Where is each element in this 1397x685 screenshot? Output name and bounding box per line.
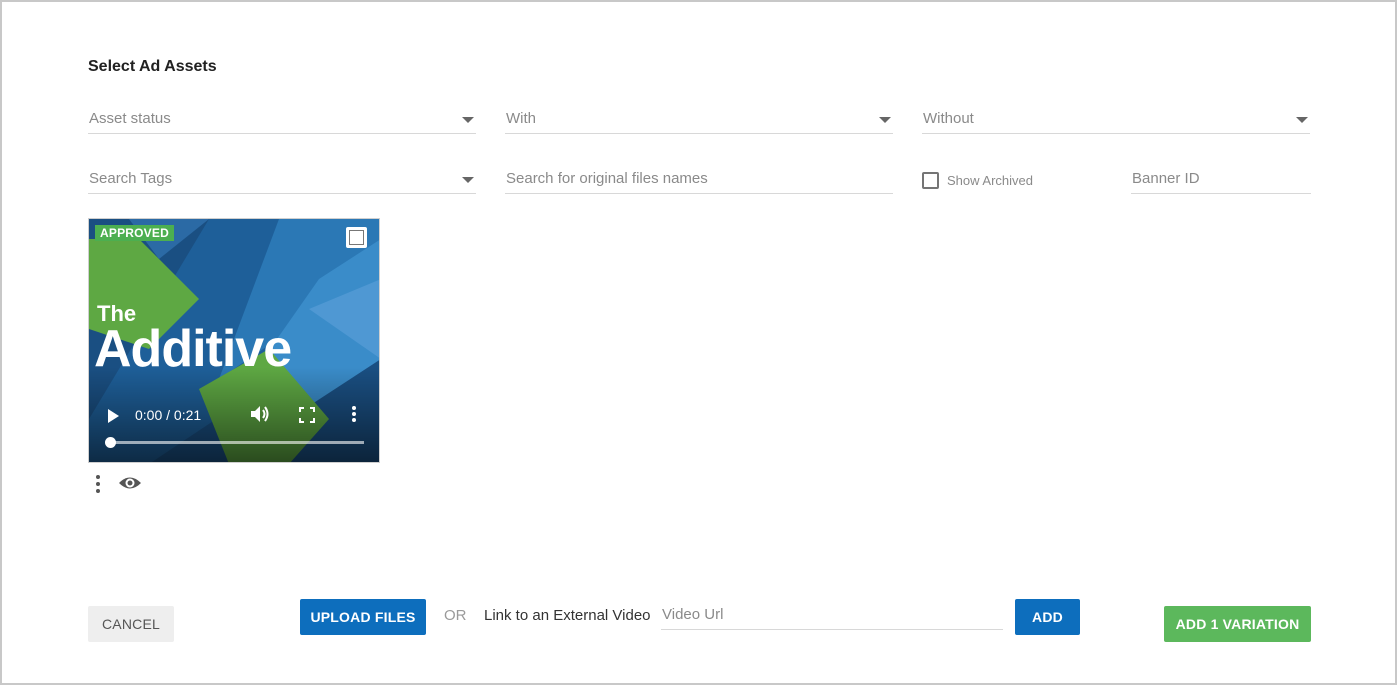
show-archived-checkbox[interactable] (922, 172, 939, 189)
without-placeholder: Without (923, 110, 974, 127)
progress-track[interactable] (109, 441, 364, 444)
player-more-icon[interactable] (351, 405, 357, 428)
player-controls-bar (89, 367, 379, 462)
banner-id-placeholder: Banner ID (1132, 170, 1200, 187)
asset-select-checkbox[interactable] (346, 227, 367, 248)
with-placeholder: With (506, 110, 536, 127)
upload-files-button[interactable]: UPLOAD FILES (300, 599, 426, 635)
without-select[interactable]: Without (922, 106, 1310, 134)
player-time: 0:00 / 0:21 (135, 407, 202, 423)
banner-id-input[interactable]: Banner ID (1131, 166, 1311, 194)
external-video-label: Link to an External Video (484, 607, 651, 624)
cancel-button[interactable]: CANCEL (88, 606, 174, 642)
dialog-title: Select Ad Assets (88, 58, 217, 75)
add-variation-button[interactable]: ADD 1 VARIATION (1164, 606, 1311, 642)
search-tags-select[interactable]: Search Tags (88, 166, 476, 194)
chevron-down-icon (462, 177, 474, 183)
fullscreen-icon[interactable] (299, 407, 315, 428)
asset-card[interactable]: APPROVED The Additive 0:00 / 0:21 (88, 218, 380, 463)
search-files-input[interactable]: Search for original files names (505, 166, 893, 194)
progress-handle[interactable] (105, 437, 116, 448)
status-badge: APPROVED (95, 225, 174, 241)
add-video-button[interactable]: ADD (1015, 599, 1080, 635)
chevron-down-icon (462, 117, 474, 123)
video-url-placeholder: Video Url (662, 606, 724, 623)
chevron-down-icon (879, 117, 891, 123)
with-select[interactable]: With (505, 106, 893, 134)
or-separator: OR (444, 607, 467, 624)
search-tags-placeholder: Search Tags (89, 170, 173, 187)
video-url-input[interactable]: Video Url (661, 602, 1003, 630)
asset-status-select[interactable]: Asset status (88, 106, 476, 134)
select-ad-assets-dialog: Select Ad Assets Asset status With Witho… (0, 0, 1397, 685)
asset-status-placeholder: Asset status (89, 110, 171, 127)
show-archived-label: Show Archived (947, 173, 1033, 188)
eye-icon[interactable] (118, 474, 142, 497)
volume-icon[interactable] (249, 404, 271, 429)
play-icon[interactable] (108, 409, 119, 423)
chevron-down-icon (1296, 117, 1308, 123)
search-files-placeholder: Search for original files names (506, 170, 708, 187)
more-vert-icon[interactable] (93, 474, 103, 499)
